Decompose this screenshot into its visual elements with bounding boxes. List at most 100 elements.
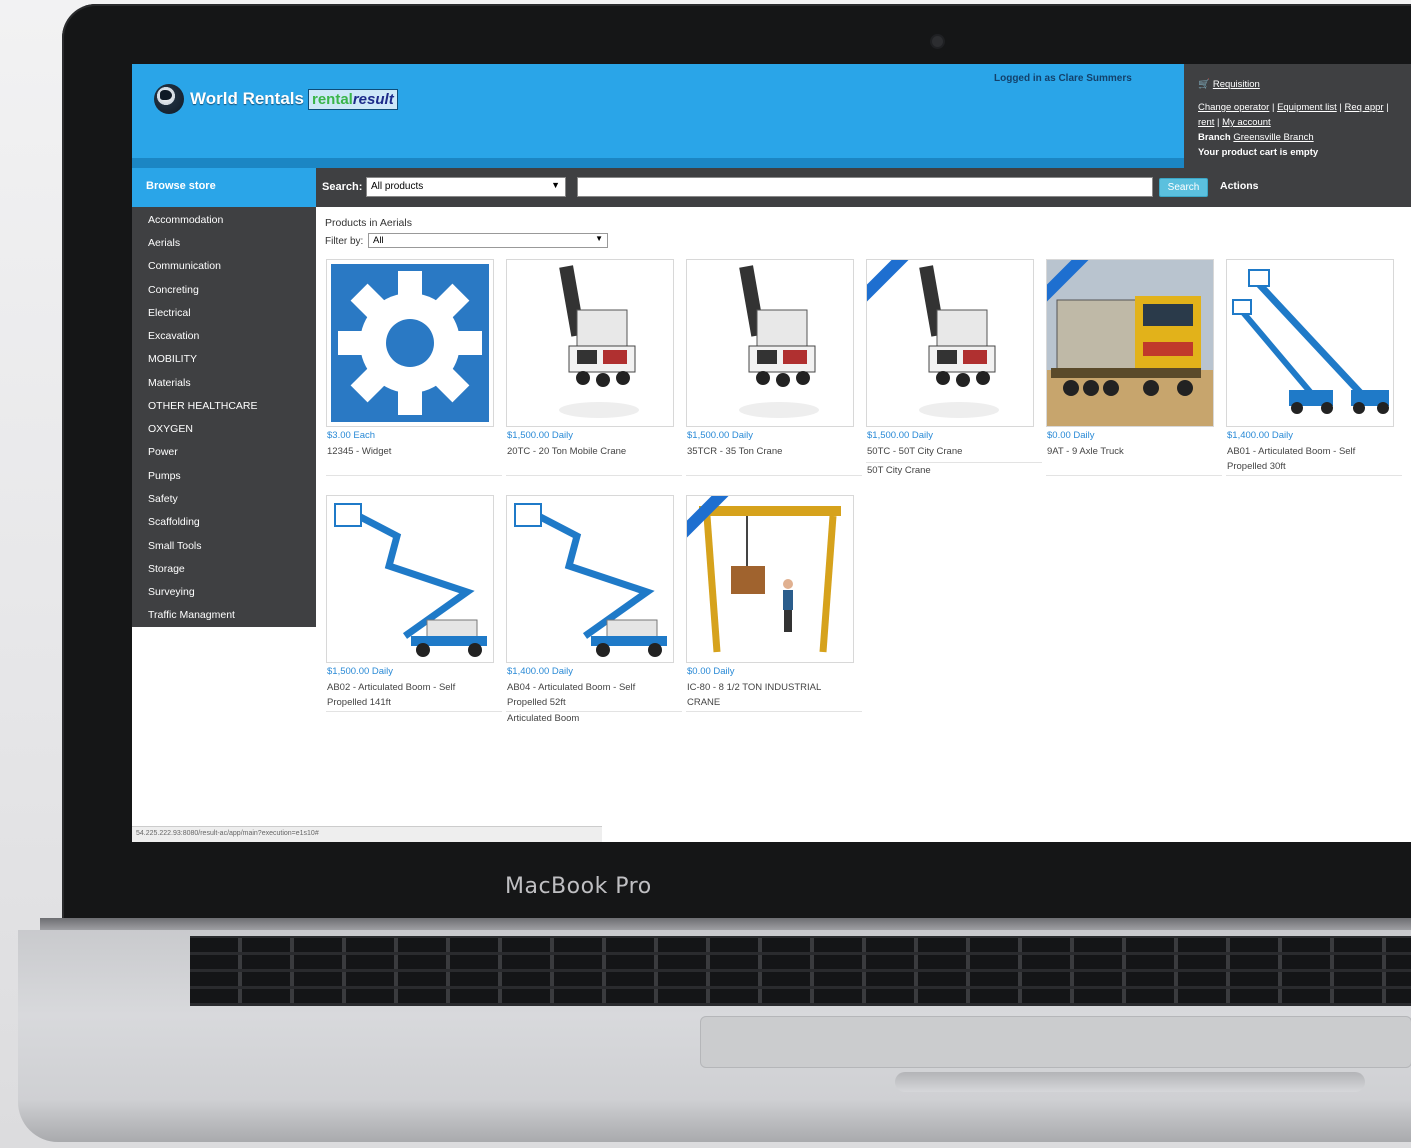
key-row (190, 989, 1411, 1003)
branch-link[interactable]: Greensville Branch (1233, 132, 1313, 143)
sidebar-item-safety[interactable]: Safety (148, 493, 178, 505)
sidebar-item-aerials[interactable]: Aerials (148, 237, 180, 249)
search-button[interactable]: Search (1159, 178, 1208, 197)
sidebar-item-other-healthcare[interactable]: OTHER HEALTHCARE (148, 400, 258, 412)
account-links-row1: Change operator | Equipment list | Req a… (1198, 102, 1389, 113)
product-name[interactable]: AB01 - Articulated Boom - Self Propelled… (1227, 444, 1395, 474)
browse-store-button[interactable]: Browse store (132, 168, 316, 207)
product-name[interactable]: 12345 - Widget (327, 444, 495, 459)
product-name[interactable]: 35TCR - 35 Ton Crane (687, 444, 855, 459)
product-image[interactable] (866, 259, 1034, 427)
product-name[interactable]: 20TC - 20 Ton Mobile Crane (507, 444, 675, 459)
product-image[interactable] (506, 259, 674, 427)
sidebar-item-traffic-managment[interactable]: Traffic Managment (148, 609, 235, 621)
account-links-row2: rent | My account (1198, 117, 1271, 128)
gantry-crane-image (687, 496, 853, 662)
product-image[interactable] (1226, 259, 1394, 427)
card-divider (326, 711, 502, 712)
sidebar-item-accommodation[interactable]: Accommodation (148, 214, 223, 226)
crane-truck-image (687, 260, 853, 426)
my-account-link[interactable]: My account (1222, 117, 1271, 128)
browser-screen: World Rentals rentalresult Logged in as … (132, 64, 1411, 842)
sidebar-item-mobility[interactable]: MOBILITY (148, 353, 197, 365)
sidebar-item-oxygen[interactable]: OXYGEN (148, 423, 193, 435)
logo-badge: rentalresult (307, 88, 398, 110)
sidebar-item-surveying[interactable]: Surveying (148, 586, 195, 598)
actions-menu[interactable]: Actions (1220, 180, 1259, 192)
lid-notch (895, 1072, 1365, 1092)
status-bar-url: 54.225.222.93:8080/result-ac/app/main?ex… (132, 826, 602, 842)
product-name[interactable]: IC-80 - 8 1/2 TON INDUSTRIAL CRANE (687, 680, 855, 710)
sidebar-item-excavation[interactable]: Excavation (148, 330, 199, 342)
card-divider (1046, 475, 1222, 476)
product-price: $1,400.00 Daily (507, 666, 574, 677)
sidebar-item-concreting[interactable]: Concreting (148, 284, 199, 296)
camera-icon (932, 36, 943, 47)
site-header: World Rentals rentalresult Logged in as … (132, 64, 1184, 168)
sidebar-item-electrical[interactable]: Electrical (148, 307, 191, 319)
card-divider (326, 475, 502, 476)
card-divider (686, 711, 862, 712)
sidebar-item-small-tools[interactable]: Small Tools (148, 540, 202, 552)
logged-in-text: Logged in as Clare Summers (994, 73, 1132, 84)
truck-image (1047, 260, 1213, 426)
req-appr-link[interactable]: Req appr (1344, 102, 1383, 113)
product-image[interactable] (1046, 259, 1214, 427)
filter-select[interactable]: All ▼ (368, 233, 608, 248)
product-description: Articulated Boom (507, 713, 580, 724)
product-name[interactable]: AB02 - Articulated Boom - Self Propelled… (327, 680, 495, 710)
search-input[interactable] (577, 177, 1153, 197)
trackpad (700, 1016, 1411, 1068)
rent-link[interactable]: rent (1198, 117, 1214, 128)
sidebar-item-scaffolding[interactable]: Scaffolding (148, 516, 200, 528)
site-logo[interactable]: World Rentals rentalresult (154, 84, 398, 114)
search-label: Search: (322, 181, 363, 193)
sidebar-item-power[interactable]: Power (148, 446, 178, 458)
card-divider (1226, 475, 1402, 476)
key-row (190, 972, 1411, 986)
product-image[interactable] (326, 259, 494, 427)
product-image[interactable] (326, 495, 494, 663)
sidebar-item-communication[interactable]: Communication (148, 260, 221, 272)
account-panel: 🛒 Requisition Change operator | Equipment… (1184, 64, 1411, 207)
cart-status: Your product cart is empty (1198, 147, 1319, 158)
logo-text: World Rentals (190, 89, 304, 108)
card-divider (866, 462, 1042, 463)
sidebar-item-storage[interactable]: Storage (148, 563, 185, 575)
product-price: $1,500.00 Daily (867, 430, 934, 441)
product-price: $3.00 Each (327, 430, 376, 441)
dropdown-arrow-icon: ▼ (595, 234, 603, 243)
product-price: $1,400.00 Daily (1227, 430, 1294, 441)
search-scope-select[interactable]: All products ▼ (366, 177, 566, 197)
product-name[interactable]: 9AT - 9 Axle Truck (1047, 444, 1215, 459)
crane-truck-image (507, 260, 673, 426)
device-brand-label: MacBook Pro (505, 874, 652, 899)
equipment-list-link[interactable]: Equipment list (1277, 102, 1337, 113)
product-image[interactable] (686, 495, 854, 663)
globe-icon (154, 84, 184, 114)
product-name[interactable]: AB04 - Articulated Boom - Self Propelled… (507, 680, 675, 710)
crane-truck-image (867, 260, 1033, 426)
dropdown-arrow-icon: ▼ (551, 180, 560, 190)
product-price: $0.00 Daily (1047, 430, 1095, 441)
branch-row: Branch Greensville Branch (1198, 132, 1314, 143)
product-image[interactable] (506, 495, 674, 663)
boom-lift-image (1227, 260, 1393, 426)
articulated-boom-image (507, 496, 673, 662)
product-description: 50T City Crane (867, 465, 931, 476)
card-divider (506, 475, 682, 476)
product-price: $0.00 Daily (687, 666, 735, 677)
articulated-boom-image (327, 496, 493, 662)
keyboard (190, 936, 1411, 1006)
sidebar-item-materials[interactable]: Materials (148, 377, 191, 389)
requisition-link[interactable]: 🛒 Requisition (1198, 79, 1260, 90)
cart-icon: 🛒 (1198, 79, 1210, 90)
product-name[interactable]: 50TC - 50T City Crane (867, 444, 1035, 459)
card-divider (686, 475, 862, 476)
change-operator-link[interactable]: Change operator (1198, 102, 1269, 113)
sidebar-item-pumps[interactable]: Pumps (148, 470, 181, 482)
card-divider (506, 711, 682, 712)
page-title: Products in Aerials (325, 217, 412, 229)
product-price: $1,500.00 Daily (327, 666, 394, 677)
product-image[interactable] (686, 259, 854, 427)
